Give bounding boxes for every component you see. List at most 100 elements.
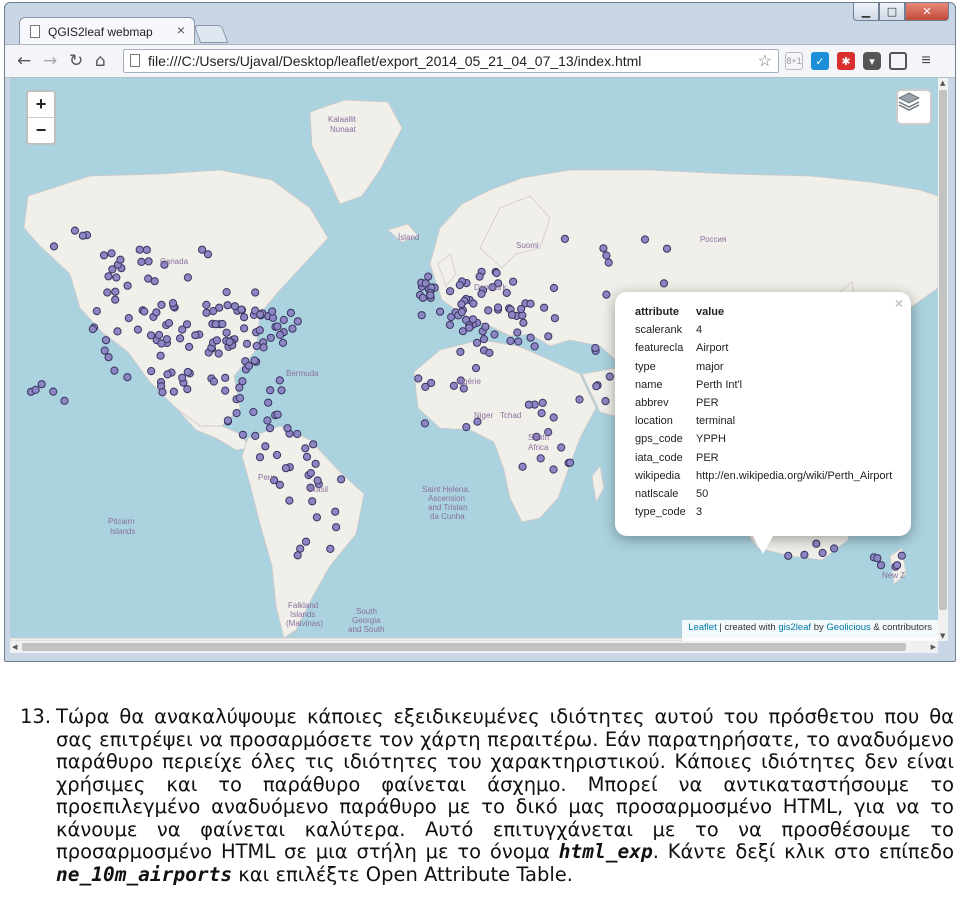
airport-marker[interactable] <box>37 380 46 389</box>
airport-marker[interactable] <box>560 234 570 243</box>
airport-marker[interactable] <box>550 314 560 323</box>
airport-marker[interactable] <box>111 295 120 304</box>
airport-marker[interactable] <box>140 307 149 316</box>
layers-control-button[interactable] <box>896 89 932 125</box>
airport-marker[interactable] <box>536 454 545 463</box>
airport-marker[interactable] <box>288 324 297 333</box>
airport-marker[interactable] <box>421 382 430 391</box>
airport-marker[interactable] <box>265 424 275 433</box>
airport-marker[interactable] <box>142 245 151 254</box>
airport-marker[interactable] <box>178 325 187 334</box>
airport-marker[interactable] <box>191 331 200 340</box>
airport-marker[interactable] <box>662 244 672 253</box>
airport-marker[interactable] <box>326 544 335 553</box>
airport-marker[interactable] <box>154 330 164 340</box>
airport-marker[interactable] <box>537 409 546 418</box>
airport-marker[interactable] <box>157 339 166 348</box>
airport-marker[interactable] <box>255 326 264 335</box>
airport-marker[interactable] <box>150 277 159 286</box>
airport-marker[interactable] <box>273 410 282 419</box>
airport-marker[interactable] <box>249 407 258 417</box>
airport-marker[interactable] <box>418 293 427 302</box>
airport-marker[interactable] <box>591 343 600 353</box>
airport-marker[interactable] <box>640 235 650 244</box>
gis2leaf-link[interactable]: gis2leaf <box>778 622 811 633</box>
airport-marker[interactable] <box>242 339 252 348</box>
airport-marker[interactable] <box>469 299 478 308</box>
airport-marker[interactable] <box>457 300 466 309</box>
airport-marker[interactable] <box>293 317 302 326</box>
airport-marker[interactable] <box>549 283 559 293</box>
airport-marker[interactable] <box>104 353 113 362</box>
airport-marker[interactable] <box>31 385 40 394</box>
airport-marker[interactable] <box>266 333 275 342</box>
airport-marker[interactable] <box>302 452 312 461</box>
airport-marker[interactable] <box>88 325 97 334</box>
airport-marker[interactable] <box>456 347 465 356</box>
airport-marker[interactable] <box>436 307 445 316</box>
airport-marker[interactable] <box>446 287 455 296</box>
airport-marker[interactable] <box>152 308 161 317</box>
airport-marker[interactable] <box>513 328 522 337</box>
airport-marker[interactable] <box>222 328 231 337</box>
airport-marker[interactable] <box>293 429 302 439</box>
airport-marker[interactable] <box>214 349 223 358</box>
zoom-in-button[interactable]: + <box>28 92 54 117</box>
airport-marker[interactable] <box>123 281 132 290</box>
airport-marker[interactable] <box>107 249 116 258</box>
airport-marker[interactable] <box>111 287 120 296</box>
airport-marker[interactable] <box>221 373 230 382</box>
airport-marker[interactable] <box>202 308 211 317</box>
zoom-out-button[interactable]: − <box>28 117 54 143</box>
airport-marker[interactable] <box>549 465 558 474</box>
airport-marker[interactable] <box>279 315 288 325</box>
airport-marker[interactable] <box>144 257 153 266</box>
airport-marker[interactable] <box>168 299 178 308</box>
airport-marker[interactable] <box>215 303 224 312</box>
checkmark-extension-icon[interactable]: ✓ <box>811 52 829 70</box>
airport-marker[interactable] <box>332 523 341 532</box>
airport-marker[interactable] <box>146 331 156 340</box>
airport-marker[interactable] <box>524 400 534 409</box>
airport-marker[interactable] <box>272 450 282 460</box>
home-icon[interactable]: ⌂ <box>95 51 106 71</box>
airport-marker[interactable] <box>49 387 58 396</box>
airport-marker[interactable] <box>183 273 192 282</box>
airport-marker[interactable] <box>876 561 886 570</box>
vertical-scroll-thumb[interactable] <box>939 90 947 610</box>
airport-marker[interactable] <box>599 244 608 253</box>
airport-marker[interactable] <box>275 376 284 385</box>
airport-marker[interactable] <box>164 319 174 328</box>
airport-marker[interactable] <box>308 497 317 506</box>
airport-marker[interactable] <box>225 337 234 346</box>
close-window-button[interactable]: ✕ <box>905 3 949 21</box>
airport-marker[interactable] <box>100 346 109 355</box>
airport-marker[interactable] <box>256 310 265 319</box>
bookmark-star-icon[interactable]: ☆ <box>758 51 772 71</box>
airport-marker[interactable] <box>221 386 230 395</box>
address-bar[interactable]: file:///C:/Users/Ujaval/Desktop/leaflet/… <box>123 49 779 73</box>
scroll-up-icon[interactable]: ▲ <box>940 79 945 87</box>
airport-marker[interactable] <box>830 544 839 553</box>
airport-marker[interactable] <box>235 383 244 392</box>
airport-marker[interactable] <box>276 330 285 339</box>
leaflet-map[interactable]: Kalaallit Nunaat Canada Ísland Россия Suo… <box>10 78 938 641</box>
pocket-extension-icon[interactable]: ▾ <box>863 52 881 70</box>
airport-marker[interactable] <box>263 416 272 425</box>
airport-marker[interactable] <box>538 398 547 407</box>
airport-marker[interactable] <box>530 342 539 351</box>
airport-marker[interactable] <box>337 475 346 484</box>
airport-marker[interactable] <box>602 290 611 299</box>
airport-marker[interactable] <box>818 548 827 558</box>
airport-marker[interactable] <box>455 280 464 290</box>
airport-marker[interactable] <box>506 336 515 345</box>
airport-marker[interactable] <box>92 307 101 316</box>
airport-marker[interactable] <box>592 382 601 391</box>
airport-marker[interactable] <box>223 301 232 310</box>
airport-marker[interactable] <box>492 268 501 278</box>
airport-marker[interactable] <box>252 341 261 351</box>
airport-marker[interactable] <box>281 464 290 473</box>
airport-marker[interactable] <box>185 342 194 351</box>
airport-marker[interactable] <box>135 245 144 254</box>
airport-marker[interactable] <box>147 367 156 376</box>
